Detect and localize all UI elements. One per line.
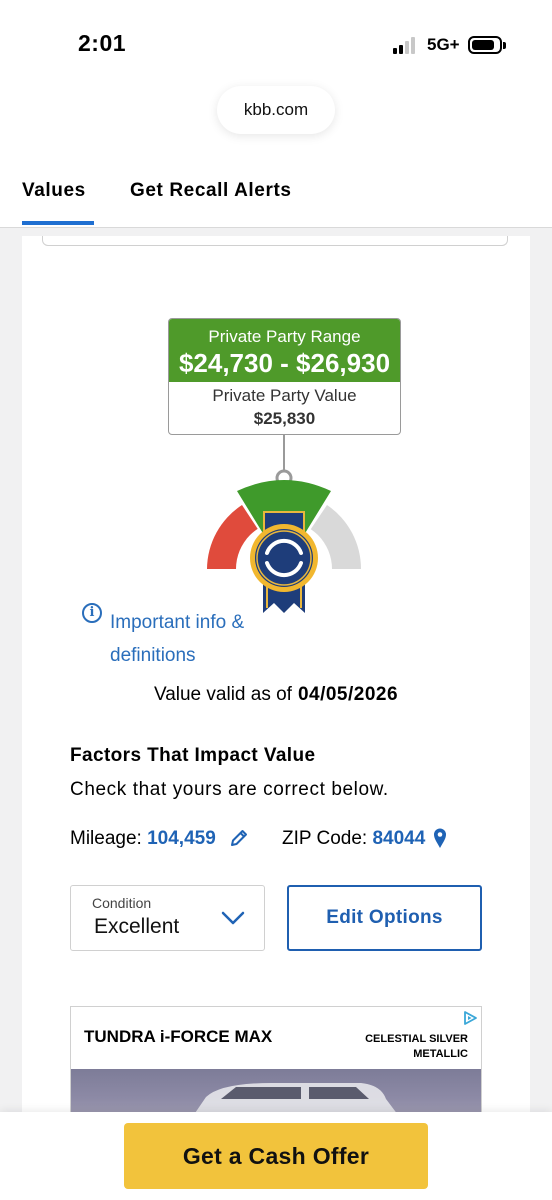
value-valid-row: Value valid as of 04/05/2026 xyxy=(0,684,552,706)
private-party-value-label: Private Party Value xyxy=(212,386,357,405)
pencil-icon[interactable] xyxy=(229,828,249,848)
tab-recall-alerts[interactable]: Get Recall Alerts xyxy=(130,180,292,202)
private-party-value: $25,830 xyxy=(253,409,316,428)
zip-value[interactable]: 84044 xyxy=(372,828,425,849)
info-icon[interactable]: i xyxy=(82,603,102,623)
price-range-header: Private Party Range $24,730 - $26,930 xyxy=(169,319,400,382)
important-info-link[interactable]: Important info & definitions xyxy=(110,606,280,672)
get-cash-offer-button[interactable]: Get a Cash Offer xyxy=(124,1123,428,1189)
location-pin-icon[interactable] xyxy=(433,827,447,849)
status-time: 2:01 xyxy=(78,30,127,56)
ad-title: TUNDRA i-FORCE MAX xyxy=(84,1027,273,1046)
battery-icon xyxy=(468,36,506,54)
factors-title: Factors That Impact Value xyxy=(70,745,316,766)
condition-label: Condition xyxy=(92,895,152,911)
network-type: 5G+ xyxy=(427,35,460,54)
zip-label: ZIP Code: xyxy=(282,828,368,849)
bottom-action-bar: Get a Cash Offer xyxy=(0,1112,552,1200)
zip-row: ZIP Code: 84044 xyxy=(282,828,425,850)
ad-vehicle-image xyxy=(71,1069,481,1115)
mileage-row: Mileage: 104,459 xyxy=(70,828,216,850)
condition-value: Excellent xyxy=(94,915,180,938)
active-tab-indicator xyxy=(22,221,94,225)
url-bar[interactable]: kbb.com xyxy=(217,86,335,134)
mileage-label: Mileage: xyxy=(70,828,142,849)
value-valid-label: Value valid as of xyxy=(153,684,292,705)
value-valid-date: 04/05/2026 xyxy=(297,684,399,705)
mileage-value[interactable]: 104,459 xyxy=(147,828,216,849)
price-range-value: $24,730 - $26,930 xyxy=(178,348,391,378)
ad-banner[interactable]: TUNDRA i-FORCE MAX CELESTIAL SILVER META… xyxy=(70,1006,482,1116)
previous-section-edge xyxy=(42,236,508,246)
tab-bar: Values Get Recall Alerts xyxy=(0,160,552,228)
seal-badge-icon xyxy=(255,529,313,587)
edit-options-button[interactable]: Edit Options xyxy=(287,885,482,951)
ad-choices-icon[interactable] xyxy=(462,1010,478,1026)
chevron-down-icon xyxy=(221,911,245,925)
value-gauge xyxy=(207,435,362,613)
cellular-signal-icon xyxy=(393,36,419,54)
price-callout: Private Party Range $24,730 - $26,930 Pr… xyxy=(168,318,401,435)
price-range-label: Private Party Range xyxy=(208,327,361,346)
tab-values[interactable]: Values xyxy=(22,180,86,202)
ad-color-text: CELESTIAL SILVER METALLIC xyxy=(365,1033,468,1060)
condition-select[interactable]: Condition Excellent xyxy=(70,885,265,951)
factors-subtitle: Check that yours are correct below. xyxy=(70,779,389,800)
